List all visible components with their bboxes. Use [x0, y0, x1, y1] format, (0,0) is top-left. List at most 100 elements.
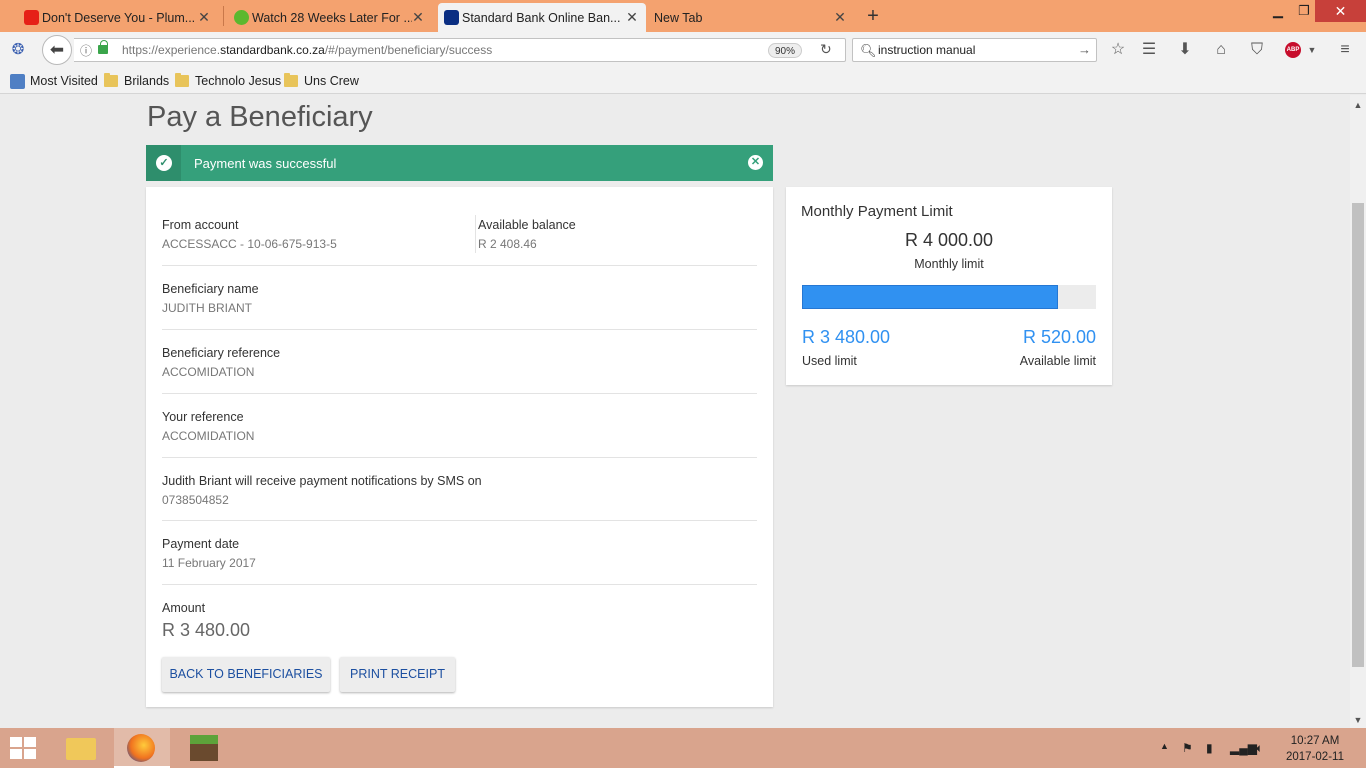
close-icon[interactable]: ✕: [748, 155, 763, 170]
limit-title: Monthly Payment Limit: [801, 203, 953, 220]
your-reference-value: ACCOMIDATION: [162, 429, 255, 443]
limit-progress-bar: [802, 285, 1096, 309]
page-title: Pay a Beneficiary: [147, 101, 373, 133]
close-tab-icon[interactable]: ✕: [832, 9, 848, 26]
firefox-icon[interactable]: [114, 728, 170, 768]
chevron-down-icon[interactable]: ▼: [1301, 40, 1323, 60]
used-limit-label: Used limit: [802, 354, 857, 368]
reading-list-icon[interactable]: ☰: [1138, 40, 1160, 60]
sms-label: Judith Briant will receive payment notif…: [162, 474, 482, 488]
lock-icon: [98, 40, 108, 54]
star-icon[interactable]: ☆: [1107, 40, 1129, 60]
clock-time: 10:27 AM: [1290, 735, 1340, 747]
bookmark-label: Brilands: [124, 74, 170, 88]
tab-standard-bank[interactable]: Standard Bank Online Ban... ✕: [438, 3, 646, 32]
limit-total: R 4 000.00: [904, 230, 994, 250]
arrow-right-icon[interactable]: →: [1078, 42, 1091, 57]
tab-title: Don't Deserve You - Plum...: [42, 10, 196, 25]
zoom-level[interactable]: 90%: [768, 43, 803, 58]
tab-separator: [223, 6, 224, 26]
tab-title: Standard Bank Online Ban...: [462, 10, 621, 25]
restore-icon[interactable]: ❐: [1290, 0, 1318, 22]
print-receipt-button[interactable]: PRINT RECEIPT: [340, 657, 455, 692]
search-input[interactable]: 🔍︎ instruction manual →: [852, 38, 1097, 62]
info-icon[interactable]: ⓘ: [80, 42, 92, 59]
from-account-value: ACCESSACC - 10-06-675-913-5: [162, 237, 337, 251]
payment-date-label: Payment date: [162, 537, 240, 551]
bookmark-label: Uns Crew: [304, 74, 359, 88]
sms-notification-row: Judith Briant will receive payment notif…: [162, 458, 757, 521]
download-icon[interactable]: ⬇: [1174, 40, 1196, 60]
file-explorer-icon[interactable]: [54, 728, 110, 768]
search-icon: 🔍︎: [860, 43, 877, 58]
bookmark-brilands[interactable]: Brilands: [104, 73, 170, 88]
window-close-button[interactable]: ✕: [1315, 0, 1366, 22]
limit-total-label: Monthly limit: [914, 257, 984, 271]
bookmark-uns-crew[interactable]: Uns Crew: [284, 73, 359, 88]
tab-new[interactable]: New Tab ✕: [630, 3, 854, 32]
scrollbar-thumb[interactable]: [1352, 203, 1364, 667]
clock-date: 2017-02-11: [1286, 751, 1344, 763]
beneficiary-reference-value: ACCOMIDATION: [162, 365, 255, 379]
tab-title: New Tab: [654, 10, 703, 25]
folder-icon: [175, 73, 189, 87]
payment-date-value: 11 February 2017: [162, 556, 256, 570]
chevron-up-icon[interactable]: ▲: [1160, 741, 1169, 751]
adblock-icon[interactable]: ABP: [1285, 42, 1301, 58]
reload-icon[interactable]: ↻: [820, 41, 832, 58]
pocket-icon[interactable]: ⛉: [1246, 40, 1268, 60]
account-row: From account ACCESSACC - 10-06-675-913-5…: [162, 187, 757, 266]
play-icon: [234, 10, 249, 25]
folder-icon: [284, 73, 298, 87]
available-limit-label: Available limit: [1019, 354, 1096, 368]
check-icon: ✓: [146, 145, 181, 181]
amount-label: Amount: [162, 601, 206, 615]
bookmark-technolo-jesus[interactable]: Technolo Jesus: [175, 73, 281, 88]
beneficiary-name-value: JUDITH BRIANT: [162, 301, 252, 315]
new-tab-button[interactable]: +: [862, 4, 884, 28]
back-to-beneficiaries-button[interactable]: BACK TO BENEFICIARIES: [162, 657, 330, 692]
tab-bar: Don't Deserve You - Plum... ✕ Watch 28 W…: [0, 0, 1366, 32]
minimize-icon[interactable]: ▁: [1264, 0, 1292, 22]
network-icon[interactable]: ▂▄▆: [1230, 741, 1257, 755]
page-content: Pay a Beneficiary ✓ Payment was successf…: [0, 95, 1350, 728]
extension-icon[interactable]: ❂: [8, 40, 28, 60]
flag-icon[interactable]: ⚑: [1182, 741, 1193, 755]
bookmark-most-visited[interactable]: Most Visited: [10, 74, 98, 89]
back-button[interactable]: ⬅: [42, 35, 72, 65]
success-banner: ✓ Payment was successful ✕: [146, 145, 773, 181]
url-bar[interactable]: ⓘ https://experience.standardbank.co.za/…: [74, 38, 846, 62]
tab-title: Watch 28 Weeks Later For ...: [252, 10, 412, 25]
most-visited-icon: [10, 74, 25, 89]
payment-date-row: Payment date 11 February 2017: [162, 521, 757, 585]
minecraft-icon[interactable]: [176, 728, 232, 768]
close-tab-icon[interactable]: ✕: [410, 9, 426, 26]
column-divider: [475, 215, 476, 253]
tab-youtube[interactable]: Don't Deserve You - Plum... ✕: [18, 3, 218, 32]
from-account-label: From account: [162, 218, 239, 232]
clock[interactable]: 10:27 AM 2017-02-11: [1282, 733, 1348, 765]
windows-start-icon[interactable]: [10, 737, 38, 761]
tab-movie[interactable]: Watch 28 Weeks Later For ... ✕: [228, 3, 432, 32]
balance-value: R 2 408.46: [478, 237, 537, 251]
bookmarks-bar: Most Visited Brilands Technolo Jesus Uns…: [0, 68, 1366, 94]
standard-bank-icon: [444, 10, 459, 25]
search-value: instruction manual: [878, 43, 976, 57]
volume-icon[interactable]: 🔈︎: [1256, 741, 1263, 756]
taskbar: ▲ ⚑ ▮ ▂▄▆ 🔈︎ 10:27 AM 2017-02-11: [0, 728, 1366, 768]
battery-icon[interactable]: ▮: [1206, 741, 1213, 755]
beneficiary-reference-row: Beneficiary reference ACCOMIDATION: [162, 330, 757, 394]
scroll-down-icon[interactable]: ▼: [1350, 712, 1366, 728]
menu-icon[interactable]: ≡: [1334, 40, 1356, 60]
your-reference-label: Your reference: [162, 410, 244, 424]
available-limit-value: R 520.00: [1022, 327, 1096, 347]
limit-progress-fill: [802, 285, 1058, 309]
url-text[interactable]: https://experience.standardbank.co.za/#/…: [122, 43, 492, 57]
your-reference-row: Your reference ACCOMIDATION: [162, 394, 757, 458]
bookmark-label: Most Visited: [30, 74, 98, 88]
success-message: Payment was successful: [194, 156, 337, 171]
home-icon[interactable]: ⌂: [1210, 40, 1232, 60]
close-tab-icon[interactable]: ✕: [196, 9, 212, 26]
scroll-up-icon[interactable]: ▲: [1350, 97, 1366, 113]
amount-value: R 3 480.00: [162, 620, 251, 640]
